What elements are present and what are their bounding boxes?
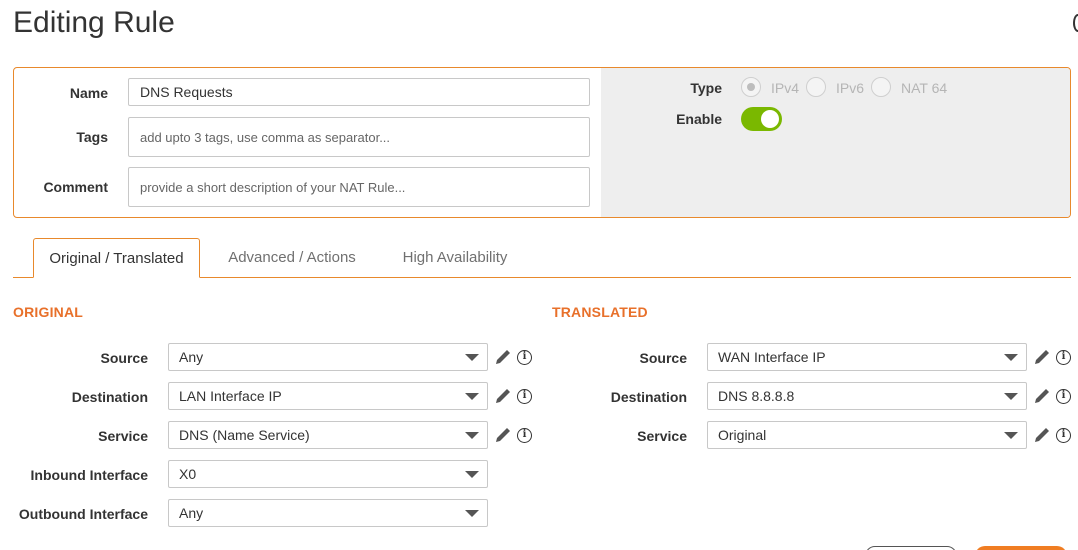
translated-heading: TRANSLATED — [552, 304, 648, 320]
original-service-label: Service — [98, 428, 148, 444]
translated-source-select[interactable]: WAN Interface IP — [707, 343, 1027, 371]
page-title: Editing Rule — [13, 6, 175, 39]
chevron-down-icon — [465, 393, 479, 400]
pencil-icon[interactable] — [1033, 426, 1051, 444]
translated-service-select[interactable]: Original — [707, 421, 1027, 449]
comment-label: Comment — [43, 179, 108, 195]
translated-service-label: Service — [637, 428, 687, 444]
inbound-interface-value: X0 — [179, 466, 197, 482]
tags-label: Tags — [76, 129, 108, 145]
outbound-interface-select[interactable]: Any — [168, 499, 488, 527]
translated-destination-label: Destination — [610, 389, 687, 405]
tab-advanced-actions[interactable]: Advanced / Actions — [218, 238, 366, 278]
inbound-interface-select[interactable]: X0 — [168, 460, 488, 488]
info-circle-icon[interactable]: i — [1056, 428, 1071, 443]
chevron-down-icon — [1004, 393, 1018, 400]
original-heading: ORIGINAL — [13, 304, 84, 320]
chevron-down-icon — [1004, 354, 1018, 361]
chevron-down-icon — [465, 471, 479, 478]
save-button[interactable] — [975, 546, 1067, 550]
pencil-icon[interactable] — [494, 348, 512, 366]
pencil-icon[interactable] — [1033, 387, 1051, 405]
type-ipv4-label: IPv4 — [771, 80, 800, 96]
info-circle-icon[interactable]: i — [517, 389, 532, 404]
translated-service-value: Original — [718, 427, 767, 443]
name-input[interactable] — [128, 78, 590, 106]
original-destination-label: Destination — [71, 389, 148, 405]
chevron-down-icon — [1004, 432, 1018, 439]
translated-destination-select[interactable]: DNS 8.8.8.8 — [707, 382, 1027, 410]
tags-input[interactable] — [128, 117, 590, 157]
original-service-value: DNS (Name Service) — [179, 427, 310, 443]
info-circle-icon[interactable]: i — [517, 350, 532, 365]
info-circle-icon[interactable]: i — [517, 428, 532, 443]
original-service-select[interactable]: DNS (Name Service) — [168, 421, 488, 449]
tab-original-translated[interactable]: Original / Translated — [33, 238, 200, 278]
original-source-value: Any — [179, 349, 204, 365]
type-ipv6-radio[interactable] — [806, 77, 826, 97]
type-label: Type — [690, 80, 722, 96]
translated-source-value: WAN Interface IP — [718, 349, 826, 365]
info-circle-icon[interactable]: i — [1056, 389, 1071, 404]
outbound-interface-value: Any — [179, 505, 204, 521]
toggle-knob — [761, 110, 779, 128]
type-ipv4-radio[interactable] — [741, 77, 761, 97]
chevron-down-icon — [465, 432, 479, 439]
pencil-icon[interactable] — [1033, 348, 1051, 366]
pencil-icon[interactable] — [494, 426, 512, 444]
cancel-button[interactable] — [865, 546, 957, 550]
outbound-interface-label: Outbound Interface — [18, 506, 148, 522]
original-source-label: Source — [100, 350, 148, 366]
comment-input[interactable] — [128, 167, 590, 207]
pencil-icon[interactable] — [494, 387, 512, 405]
translated-source-label: Source — [639, 350, 687, 366]
type-nat64-radio[interactable] — [871, 77, 891, 97]
enable-label: Enable — [676, 111, 722, 127]
info-circle-icon[interactable]: i — [1056, 350, 1071, 365]
tab-high-availability[interactable]: High Availability — [390, 238, 520, 278]
original-source-select[interactable]: Any — [168, 343, 488, 371]
name-label: Name — [69, 85, 108, 101]
translated-destination-value: DNS 8.8.8.8 — [718, 388, 795, 404]
type-nat64-label: NAT 64 — [901, 80, 948, 96]
chevron-down-icon — [465, 354, 479, 361]
edge-partial-icon — [1073, 14, 1078, 32]
chevron-down-icon — [465, 510, 479, 517]
type-ipv6-label: IPv6 — [836, 80, 865, 96]
enable-toggle[interactable] — [741, 107, 782, 131]
original-destination-value: LAN Interface IP — [179, 388, 282, 404]
original-destination-select[interactable]: LAN Interface IP — [168, 382, 488, 410]
inbound-interface-label: Inbound Interface — [30, 467, 148, 483]
